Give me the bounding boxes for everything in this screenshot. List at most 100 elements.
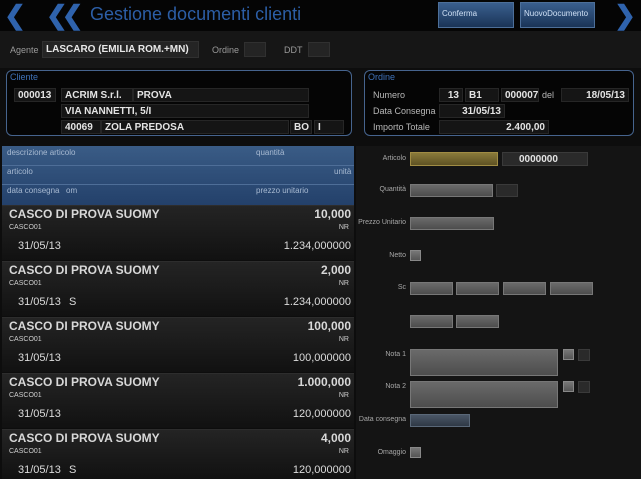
order-field[interactable] bbox=[244, 42, 266, 57]
sconto-field-4[interactable] bbox=[550, 282, 593, 295]
row-qty: 1.000,000 bbox=[297, 375, 351, 389]
row-title: CASCO DI PROVA SUOMY bbox=[9, 263, 160, 277]
data-consegna-detail-field[interactable] bbox=[410, 414, 470, 427]
list-item[interactable]: CASCO DI PROVA SUOMY 10,000 CASCO01 NR 3… bbox=[2, 205, 354, 260]
data-consegna-field[interactable]: 31/05/13 bbox=[439, 104, 505, 118]
agent-field[interactable]: LASCARO (EMILIA ROM.+MN) bbox=[42, 41, 199, 58]
row-code: CASCO01 bbox=[9, 280, 42, 287]
ordine-panel: Ordine Numero 13 B1 000007 del 18/05/13 … bbox=[364, 70, 634, 136]
articolo-label: Articolo bbox=[382, 155, 406, 162]
double-chevron-left-icon[interactable]: ❮❮ bbox=[46, 1, 84, 29]
serie-field[interactable]: B1 bbox=[465, 88, 499, 102]
row-code: CASCO01 bbox=[9, 336, 42, 343]
row-price: 100,000000 bbox=[292, 352, 351, 364]
row-qty: 100,000 bbox=[307, 319, 351, 333]
cliente-country[interactable]: I bbox=[314, 120, 344, 134]
nota1-checkbox[interactable] bbox=[563, 349, 574, 360]
row-unit: NR bbox=[338, 280, 349, 287]
cliente-province[interactable]: BO bbox=[290, 120, 312, 134]
numero-field[interactable]: 13 bbox=[439, 88, 463, 102]
cliente-code[interactable]: 000013 bbox=[14, 88, 56, 102]
detail-panel: Articolo 0000000 Quantità Prezzo Unitari… bbox=[356, 146, 641, 479]
ddt-label: DDT bbox=[284, 45, 303, 55]
page-title: Gestione documenti clienti bbox=[90, 4, 302, 24]
header-prezzo-unitario: prezzo unitario bbox=[256, 186, 309, 195]
confirm-button[interactable]: Conferma bbox=[438, 2, 514, 28]
list-item[interactable]: CASCO DI PROVA SUOMY 1.000,000 CASCO01 N… bbox=[2, 373, 354, 428]
agent-row: Agente LASCARO (EMILIA ROM.+MN) Ordine D… bbox=[0, 31, 641, 68]
cliente-panel: Cliente 000013 ACRIM S.r.l. PROVA VIA NA… bbox=[6, 70, 352, 136]
cliente-address[interactable]: VIA NANNETTI, 5/I bbox=[61, 104, 309, 118]
list-item[interactable]: CASCO DI PROVA SUOMY 4,000 CASCO01 NR 31… bbox=[2, 429, 354, 479]
sconto-field-1[interactable] bbox=[410, 282, 453, 295]
nota2-field[interactable] bbox=[410, 381, 558, 408]
row-title: CASCO DI PROVA SUOMY bbox=[9, 431, 160, 445]
row-date: 31/05/13 bbox=[18, 240, 61, 252]
nota2-extra[interactable] bbox=[578, 381, 590, 393]
new-document-button[interactable]: NuovoDocumento bbox=[520, 2, 595, 28]
quantita-label: Quantità bbox=[379, 186, 406, 193]
header-quantita: quantità bbox=[256, 148, 285, 157]
sconto-field-5[interactable] bbox=[410, 315, 453, 328]
list-item[interactable]: CASCO DI PROVA SUOMY 100,000 CASCO01 NR … bbox=[2, 317, 354, 372]
header-divider bbox=[2, 184, 354, 185]
articolo-code-field[interactable]: 0000000 bbox=[502, 152, 588, 166]
data-consegna-detail-label: Data consegna bbox=[358, 416, 406, 423]
forward-chevron-icon[interactable]: ❯ bbox=[614, 1, 636, 29]
netto-checkbox[interactable] bbox=[410, 250, 421, 261]
cliente-name2[interactable]: PROVA bbox=[133, 88, 309, 102]
date-field[interactable]: 18/05/13 bbox=[561, 88, 629, 102]
row-flag: S bbox=[69, 464, 77, 476]
row-title: CASCO DI PROVA SUOMY bbox=[9, 207, 160, 221]
row-title: CASCO DI PROVA SUOMY bbox=[9, 319, 160, 333]
list-item[interactable]: CASCO DI PROVA SUOMY 2,000 CASCO01 NR 31… bbox=[2, 261, 354, 316]
nota2-label: Nota 2 bbox=[385, 383, 406, 390]
data-consegna-label: Data Consegna bbox=[373, 106, 436, 116]
row-price: 1.234,000000 bbox=[283, 296, 351, 308]
cliente-cap[interactable]: 40069 bbox=[61, 120, 101, 134]
row-date: 31/05/13 bbox=[18, 296, 61, 308]
header-articolo: articolo bbox=[7, 167, 33, 176]
sconto-field-3[interactable] bbox=[503, 282, 546, 295]
header-divider bbox=[2, 165, 354, 166]
cliente-city[interactable]: ZOLA PREDOSA bbox=[101, 120, 289, 134]
importo-field[interactable]: 2.400,00 bbox=[439, 120, 549, 134]
row-price: 120,000000 bbox=[292, 464, 351, 476]
header-unita: unità bbox=[334, 167, 352, 176]
nota1-field[interactable] bbox=[410, 349, 558, 376]
header-descrizione: descrizione articolo bbox=[7, 148, 76, 157]
row-price: 1.234,000000 bbox=[283, 240, 351, 252]
nota1-extra[interactable] bbox=[578, 349, 590, 361]
numero-label: Numero bbox=[373, 90, 406, 100]
row-unit: NR bbox=[338, 448, 349, 455]
ddt-field[interactable] bbox=[308, 42, 330, 57]
cliente-name[interactable]: ACRIM S.r.l. bbox=[61, 88, 133, 102]
top-bar: ❮ ❮❮ Gestione documenti clienti Conferma… bbox=[0, 0, 641, 31]
sconto-field-2[interactable] bbox=[456, 282, 499, 295]
row-date: 31/05/13 bbox=[18, 464, 61, 476]
agent-label: Agente bbox=[10, 45, 39, 55]
row-unit: NR bbox=[338, 224, 349, 231]
row-qty: 4,000 bbox=[320, 431, 351, 445]
row-title: CASCO DI PROVA SUOMY bbox=[9, 375, 160, 389]
sconto-field-6[interactable] bbox=[456, 315, 499, 328]
row-unit: NR bbox=[338, 392, 349, 399]
nota1-label: Nota 1 bbox=[385, 351, 406, 358]
netto-label: Netto bbox=[389, 252, 406, 259]
prezzo-unitario-field[interactable] bbox=[410, 217, 494, 230]
articolo-field[interactable] bbox=[410, 152, 498, 166]
row-date: 31/05/13 bbox=[18, 408, 61, 420]
del-label: del bbox=[542, 90, 555, 100]
ordine-title: Ordine bbox=[368, 72, 396, 82]
header-om: om bbox=[66, 186, 78, 195]
quantita-unit-field[interactable] bbox=[496, 184, 518, 197]
row-code: CASCO01 bbox=[9, 224, 42, 231]
cliente-title: Cliente bbox=[10, 72, 39, 82]
row-flag: S bbox=[69, 296, 77, 308]
nota2-checkbox[interactable] bbox=[563, 381, 574, 392]
row-unit: NR bbox=[338, 336, 349, 343]
quantita-field[interactable] bbox=[410, 184, 493, 197]
doc-number-field[interactable]: 000007 bbox=[501, 88, 539, 102]
omaggio-checkbox[interactable] bbox=[410, 447, 421, 458]
back-chevron-icon[interactable]: ❮ bbox=[4, 1, 26, 29]
